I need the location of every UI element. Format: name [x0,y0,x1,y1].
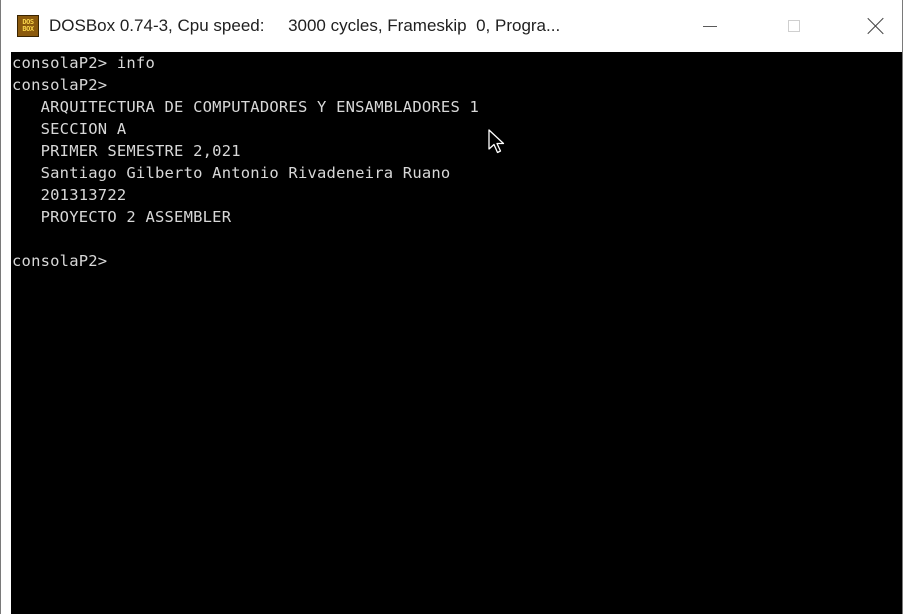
console-line: Santiago Gilberto Antonio Rivadeneira Ru… [12,164,451,182]
mouse-pointer-icon [488,129,505,154]
console-line: consolaP2> [12,252,108,270]
minimize-button[interactable] [687,0,733,52]
icon-text-bottom: BOX [22,25,34,33]
console-screen[interactable]: consolaP2> info consolaP2> ARQUITECTURA … [11,52,902,614]
console-line: PROYECTO 2 ASSEMBLER [12,208,232,226]
minimize-icon [703,25,717,27]
title-bar[interactable]: DOS BOX DOSBox 0.74-3, Cpu speed: 3000 c… [1,0,902,52]
dosbox-window: DOS BOX DOSBox 0.74-3, Cpu speed: 3000 c… [0,0,903,614]
console-line: SECCION A [12,120,127,138]
maximize-button[interactable] [771,0,817,52]
console-line: ARQUITECTURA DE COMPUTADORES Y ENSAMBLAD… [12,98,480,116]
console-line: consolaP2> info [12,54,155,72]
window-title: DOSBox 0.74-3, Cpu speed: 3000 cycles, F… [49,16,561,35]
maximize-icon [788,20,800,32]
close-button[interactable] [853,0,899,52]
dosbox-icon[interactable]: DOS BOX [17,15,39,37]
console-line: 201313722 [12,186,127,204]
console-line: PRIMER SEMESTRE 2,021 [12,142,241,160]
close-icon [867,17,885,35]
console-line: consolaP2> [12,76,108,94]
